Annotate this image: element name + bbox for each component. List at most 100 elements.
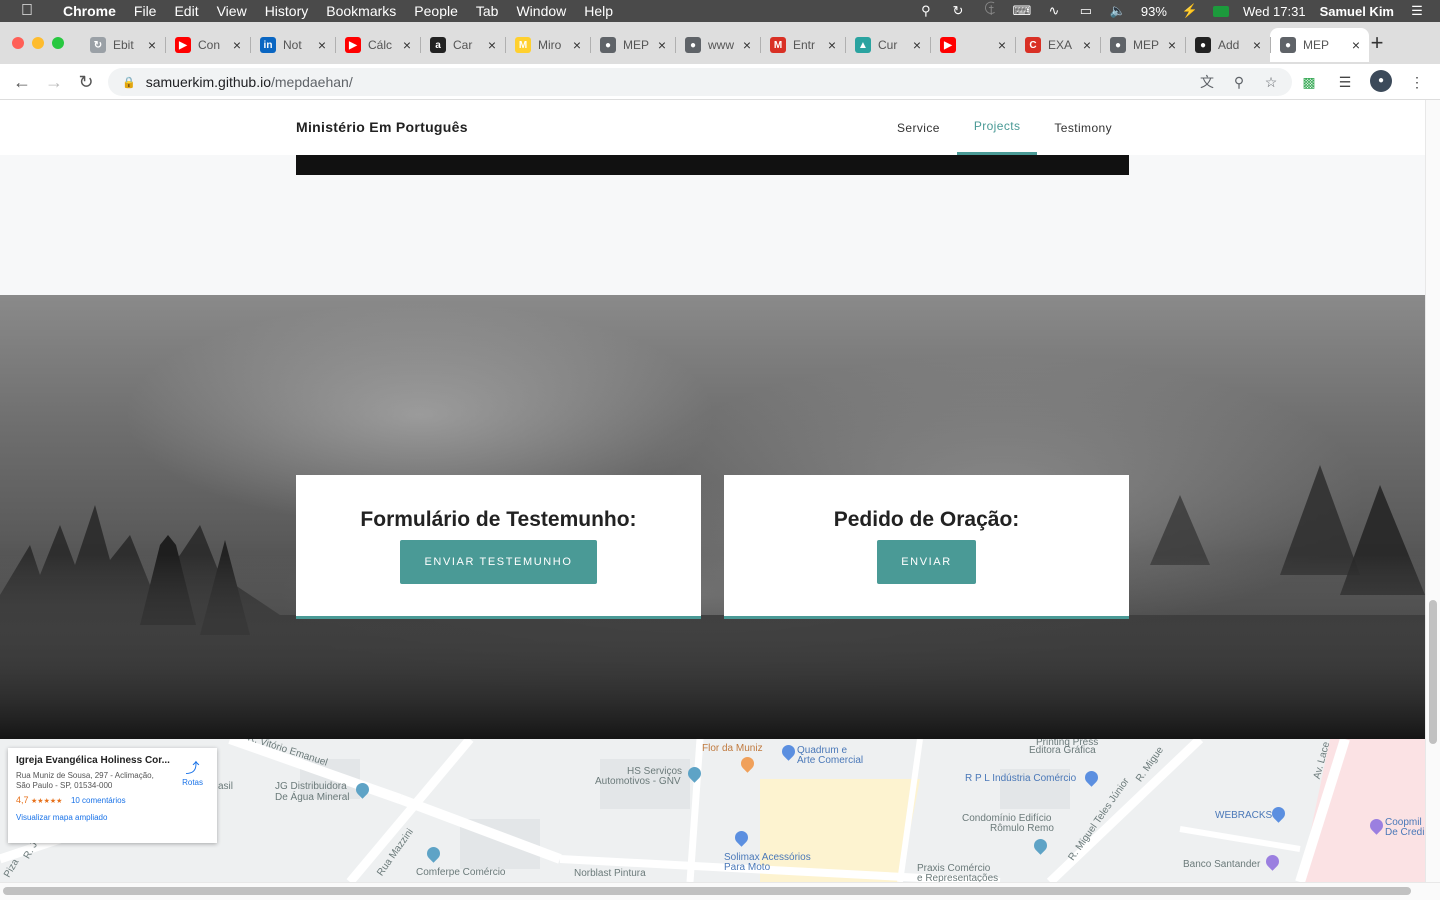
map-poi-coop-2: De Credi (1385, 827, 1425, 838)
menu-people[interactable]: People (405, 3, 467, 19)
close-tab-icon[interactable]: × (485, 37, 499, 53)
forward-arrow-icon[interactable]: → (42, 70, 66, 94)
send-testimony-button[interactable]: ENVIAR TESTEMUNHO (400, 540, 597, 584)
map-poi-rpl: R P L Indústria Comércio (965, 773, 1077, 784)
menu-window[interactable]: Window (507, 3, 575, 19)
vertical-scrollbar[interactable] (1425, 100, 1440, 882)
close-tab-icon[interactable]: × (400, 37, 414, 53)
close-tab-icon[interactable]: × (655, 37, 669, 53)
forest-silhouette (0, 465, 1425, 739)
vertical-scroll-thumb[interactable] (1429, 600, 1437, 744)
extensions: ▩ ☰ ● ⋮ (1298, 70, 1428, 94)
close-tab-icon[interactable]: × (315, 37, 329, 53)
minimize-window-button[interactable] (32, 37, 44, 49)
close-window-button[interactable] (12, 37, 24, 49)
close-tab-icon[interactable]: × (1165, 37, 1179, 53)
macos-menu-bar:  Chrome File Edit View History Bookmark… (0, 0, 1440, 22)
google-map-embed[interactable]: R. Vitório Emanuel JG Distribuidora De Á… (0, 739, 1425, 882)
bookmark-star-icon[interactable]: ☆ (1262, 72, 1280, 92)
close-tab-icon[interactable]: × (1349, 37, 1363, 53)
tab-title: Add (1218, 38, 1240, 52)
browser-tab[interactable]: ▶ Con × (165, 28, 250, 62)
map-routes-label: Rotas (182, 778, 203, 787)
notification-center-icon[interactable]: ☰ (1408, 3, 1426, 18)
nav-link-service[interactable]: Service (880, 100, 957, 155)
translate-icon[interactable]: 文 (1198, 72, 1216, 92)
url-host: samuerkim.github.io (145, 74, 271, 90)
horizontal-scroll-thumb[interactable] (3, 887, 1411, 895)
browser-tab[interactable]: ▶ × (930, 28, 1015, 62)
volume-icon[interactable]: 🔈 (1109, 3, 1127, 18)
browser-tab[interactable]: ● MEP × (1270, 28, 1369, 62)
close-tab-icon[interactable]: × (570, 37, 584, 53)
battery-icon[interactable]: ⚡ (1181, 3, 1199, 18)
extension-inbox-icon[interactable]: ▩ (1298, 70, 1320, 94)
directions-icon: ⤴ (185, 760, 200, 776)
close-tab-icon[interactable]: × (740, 37, 754, 53)
map-poi-jg-1: JG Distribuidora (275, 781, 347, 792)
zoom-icon[interactable]: ⚲ (1230, 72, 1248, 92)
media-queue-icon[interactable]: ☰ (1334, 70, 1356, 94)
menu-file[interactable]: File (125, 3, 166, 19)
menu-history[interactable]: History (256, 3, 318, 19)
browser-tab[interactable]: a Car × (420, 28, 505, 62)
video-embed-bottom[interactable] (296, 155, 1129, 175)
airplay-icon[interactable]: ▭ (1077, 3, 1095, 18)
browser-tab[interactable]: in Not × (250, 28, 335, 62)
profile-avatar-icon[interactable]: ● (1370, 70, 1392, 92)
menu-edit[interactable]: Edit (165, 3, 207, 19)
map-poi-quadrum-2: Arte Comercial (797, 755, 864, 766)
nav-link-projects[interactable]: Projects (956, 100, 1038, 155)
keyboard-icon[interactable]: ⌨ (1013, 3, 1032, 18)
horizontal-scrollbar[interactable] (0, 882, 1440, 900)
map-routes-button[interactable]: ⤴ Rotas (182, 758, 203, 787)
close-tab-icon[interactable]: × (1080, 37, 1094, 53)
browser-tab[interactable]: ▲ Cur × (845, 28, 930, 62)
clock[interactable]: Wed 17:31 (1243, 4, 1306, 19)
new-tab-button[interactable]: + (1366, 30, 1388, 56)
close-tab-icon[interactable]: × (145, 37, 159, 53)
user-name[interactable]: Samuel Kim (1320, 4, 1394, 19)
close-tab-icon[interactable]: × (825, 37, 839, 53)
close-tab-icon[interactable]: × (995, 37, 1009, 53)
browser-tab[interactable]: M Entr × (760, 28, 845, 62)
spotlight-icon[interactable]: ⚲ (917, 3, 935, 18)
zoom-window-button[interactable] (52, 37, 64, 49)
site-brand[interactable]: Ministério Em Português (296, 119, 468, 135)
browser-tab[interactable]: M Miro × (505, 28, 590, 62)
menu-app-chrome[interactable]: Chrome (54, 3, 125, 19)
reload-icon[interactable]: ↻ (74, 70, 98, 94)
time-machine-icon[interactable]: ↻ (949, 3, 967, 18)
browser-tab[interactable]: ▶ Cálc × (335, 28, 420, 62)
close-tab-icon[interactable]: × (910, 37, 924, 53)
input-flag-icon[interactable] (1212, 5, 1229, 17)
map-enlarge-link[interactable]: Visualizar mapa ampliado (16, 813, 209, 822)
menu-tab[interactable]: Tab (467, 3, 508, 19)
menu-view[interactable]: View (208, 3, 256, 19)
bluetooth-icon[interactable]: ⯡ (981, 1, 999, 18)
back-arrow-icon[interactable]: ← (10, 70, 34, 94)
close-tab-icon[interactable]: × (230, 37, 244, 53)
address-bar[interactable]: 🔒 samuerkim.github.io/mepdaehan/ 文 ⚲ ☆ (108, 68, 1292, 96)
wifi-icon[interactable]: ∿ (1045, 3, 1063, 18)
tab-title: Not (283, 38, 302, 52)
gmail-icon: M (770, 37, 786, 53)
menu-bookmarks[interactable]: Bookmarks (317, 3, 405, 19)
apple-menu-icon[interactable]:  (0, 2, 54, 20)
browser-tab[interactable]: C EXA × (1015, 28, 1100, 62)
chrome-menu-icon[interactable]: ⋮ (1406, 70, 1428, 94)
browser-tab[interactable]: ● www × (675, 28, 760, 62)
tab-title: MEP (623, 38, 650, 52)
map-place-title[interactable]: Igreja Evangélica Holiness Cor... (16, 755, 172, 766)
close-tab-icon[interactable]: × (1250, 37, 1264, 53)
send-prayer-button[interactable]: ENVIAR (877, 540, 976, 584)
menu-help[interactable]: Help (575, 3, 622, 19)
map-reviews-link[interactable]: 10 comentários (71, 796, 126, 805)
browser-tab[interactable]: ● MEP × (590, 28, 675, 62)
browser-tab[interactable]: ↻ Ebit × (80, 28, 165, 62)
forest-background-image: Formulário de Testemunho: ENVIAR TESTEMU… (0, 295, 1425, 739)
browser-tab[interactable]: ● Add × (1185, 28, 1270, 62)
nav-link-testimony[interactable]: Testimony (1037, 100, 1129, 155)
lock-icon[interactable]: 🔒 (122, 76, 136, 89)
browser-tab[interactable]: ● MEP × (1100, 28, 1185, 62)
